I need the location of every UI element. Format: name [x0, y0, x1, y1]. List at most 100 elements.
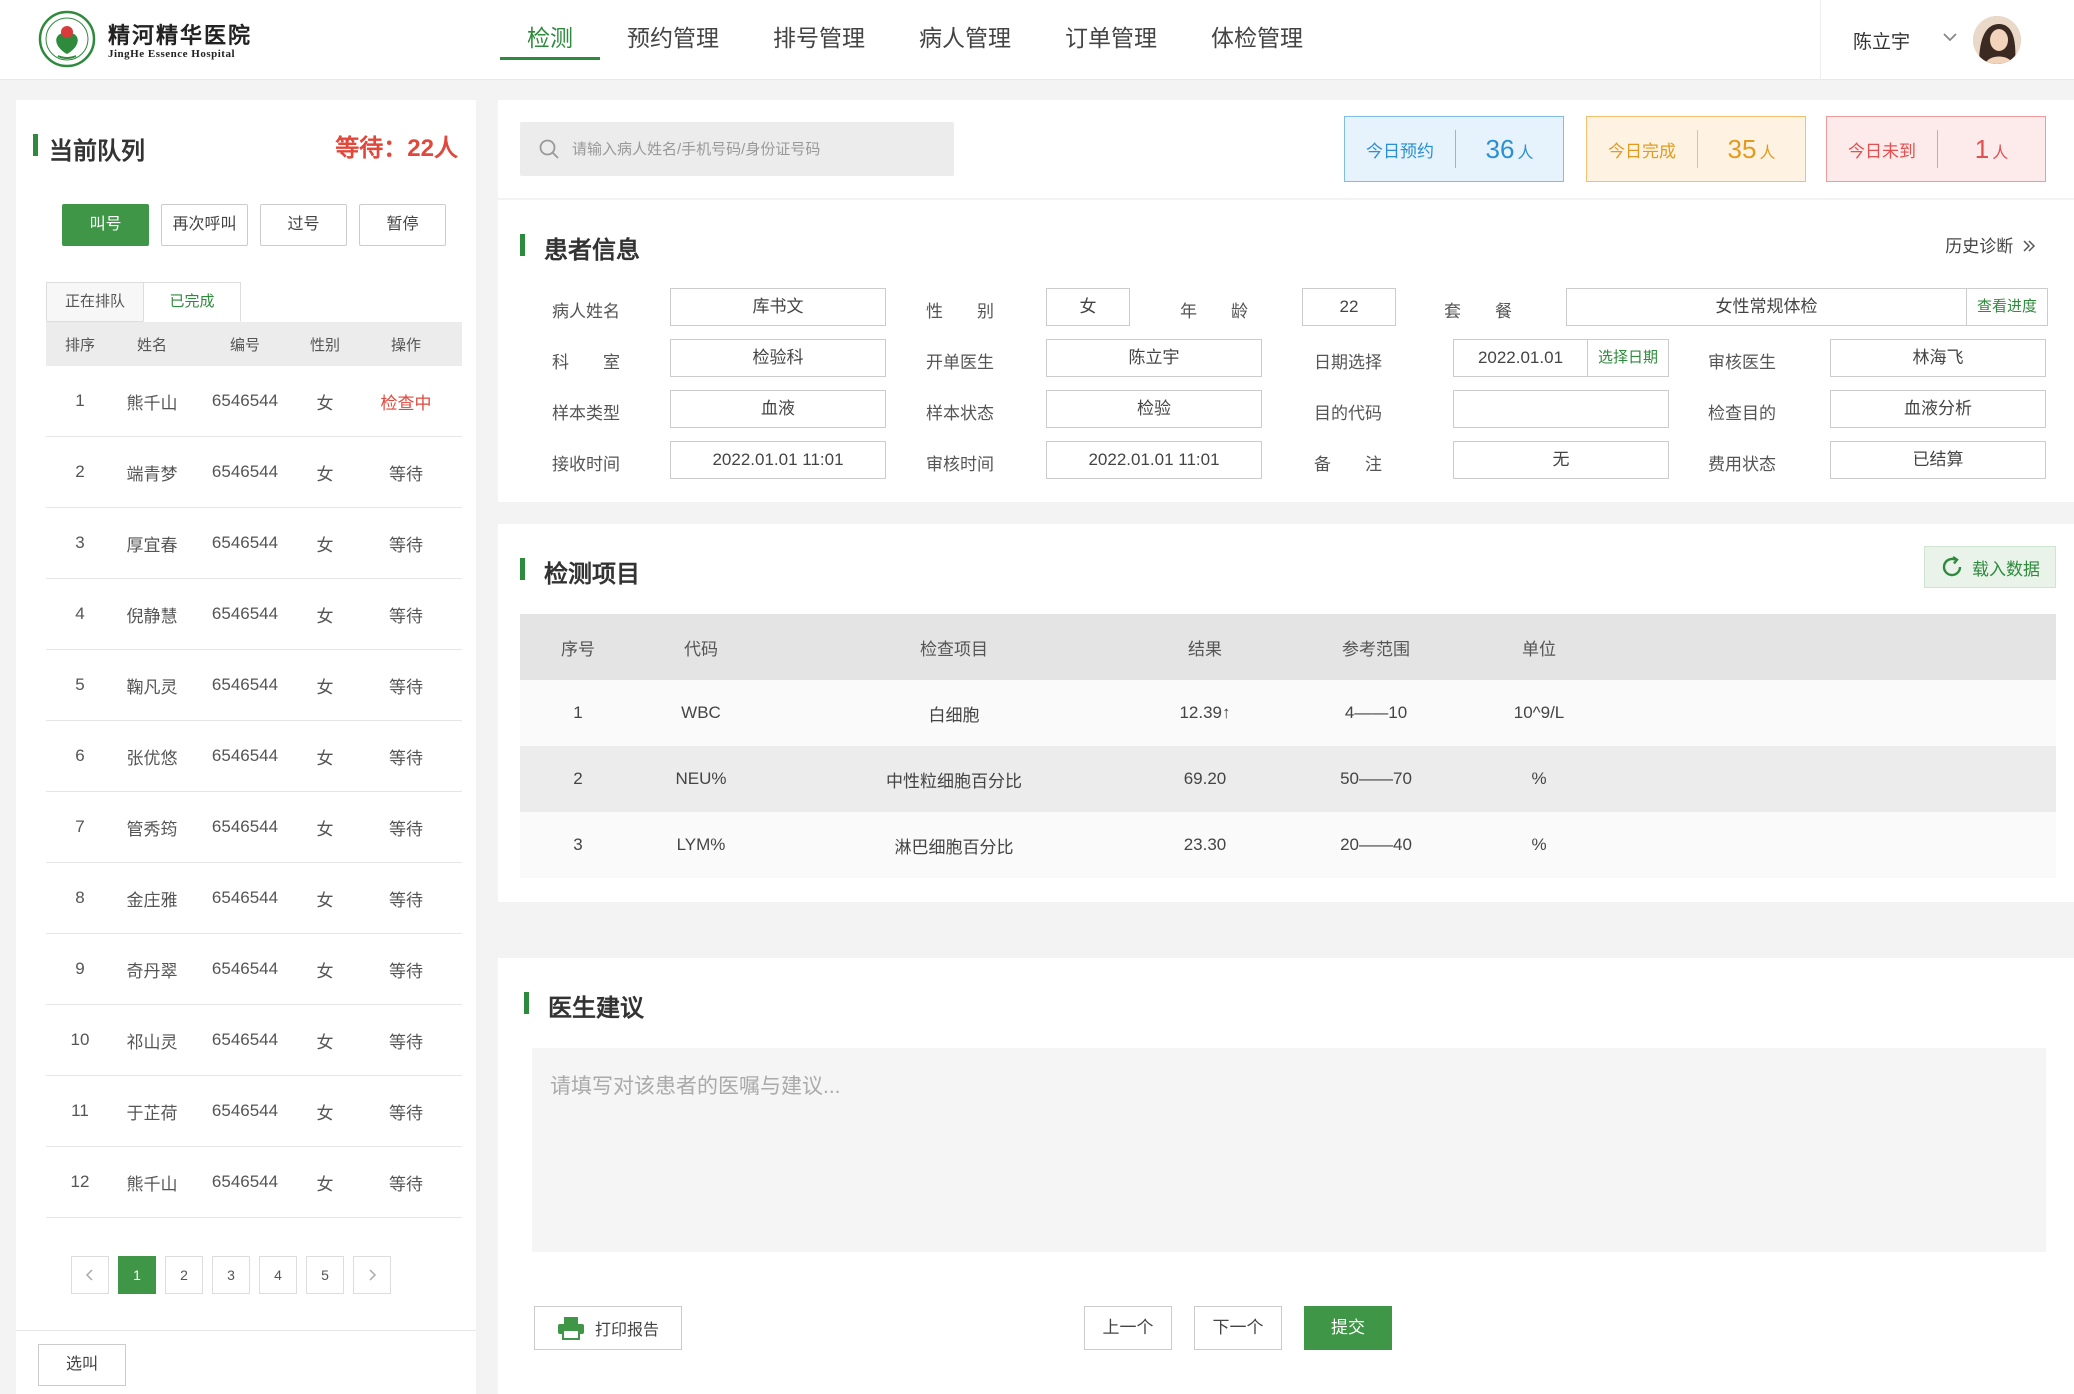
select-date-button[interactable]: 选择日期	[1586, 340, 1668, 376]
stat-label: 今日完成	[1608, 141, 1676, 161]
field-label-reviewer: 审核医生	[1708, 353, 1776, 372]
view-progress-button[interactable]: 查看进度	[1965, 289, 2047, 325]
row-order: 6	[75, 746, 85, 765]
row-sex: 女	[316, 677, 334, 697]
row-sex: 女	[316, 464, 334, 484]
test-table-header: 序号 代码 检查项目 结果 参考范围 单位	[520, 614, 2056, 680]
reviewing-doctor-field[interactable]: 林海飞	[1830, 339, 2046, 377]
table-row[interactable]: 6 张优悠 6546544 女 等待	[46, 721, 462, 792]
select-call-button[interactable]: 选叫	[38, 1344, 126, 1386]
tab-completed[interactable]: 已完成	[143, 282, 241, 322]
table-row[interactable]: 1 熊千山 6546544 女 检查中	[46, 366, 462, 437]
load-data-button[interactable]: 载入数据	[1924, 546, 2056, 588]
user-menu[interactable]: 陈立宇	[1820, 0, 2074, 80]
page-3-button[interactable]: 3	[212, 1256, 250, 1294]
nav-patient-management[interactable]: 病人管理	[892, 0, 1038, 80]
exam-purpose-field[interactable]: 血液分析	[1830, 390, 2046, 428]
next-page-button[interactable]	[353, 1256, 391, 1294]
top-header: 精河精华医院 JingHe Essence Hospital 检测 预约管理 排…	[0, 0, 2074, 80]
sample-state-field[interactable]: 检验	[1046, 390, 1262, 428]
table-row[interactable]: 9 奇丹翠 6546544 女 等待	[46, 934, 462, 1005]
recall-button[interactable]: 再次呼叫	[161, 204, 248, 246]
stat-unit: 人	[1517, 144, 1534, 162]
pause-button[interactable]: 暂停	[359, 204, 446, 246]
hospital-logo[interactable]: 精河精华医院 JingHe Essence Hospital	[38, 10, 268, 68]
chevron-down-icon[interactable]	[1939, 26, 1961, 48]
row-sex: 女	[316, 1174, 334, 1194]
receive-time-field[interactable]: 2022.01.01 11:01	[670, 441, 886, 479]
patient-info-title: 患者信息	[544, 237, 640, 264]
queue-table-header: 排序 姓名 编号 性别 操作	[46, 322, 462, 366]
nav-checkup-management[interactable]: 体检管理	[1184, 0, 1330, 80]
row-name: 张优悠	[126, 748, 178, 768]
purpose-code-field[interactable]	[1453, 390, 1669, 428]
patient-sex-field[interactable]: 女	[1046, 288, 1130, 326]
tab-in-queue[interactable]: 正在排队	[46, 282, 144, 322]
col-sex: 性别	[309, 336, 340, 354]
table-row[interactable]: 10 祁山灵 6546544 女 等待	[46, 1005, 462, 1076]
nav-order-management[interactable]: 订单管理	[1038, 0, 1184, 80]
patient-name-field[interactable]: 库书文	[670, 288, 886, 326]
row-order: 4	[75, 604, 85, 623]
divider	[16, 1330, 476, 1331]
cell-seq: 2	[573, 769, 583, 788]
avatar[interactable]	[1973, 16, 2021, 64]
double-chevron-right-icon	[2023, 240, 2036, 252]
cell-range: 50——70	[1340, 769, 1412, 788]
department-field[interactable]: 检验科	[670, 339, 886, 377]
table-row[interactable]: 2 NEU% 中性粒细胞百分比 69.20 50——70%	[520, 746, 2056, 812]
title-accent-bar	[524, 992, 529, 1014]
search-input[interactable]	[572, 122, 942, 176]
table-row[interactable]: 4 倪静慧 6546544 女 等待	[46, 579, 462, 650]
package-field[interactable]: 女性常规体检 查看进度	[1566, 288, 2048, 326]
row-sex: 女	[316, 961, 334, 981]
row-name: 祁山灵	[126, 1032, 178, 1052]
queue-table: 排序 姓名 编号 性别 操作 1 熊千山 6546544 女检查中 2 端青梦 654654…	[46, 322, 462, 1218]
submit-button[interactable]: 提交	[1304, 1306, 1392, 1350]
row-status: 等待	[389, 606, 423, 626]
table-row[interactable]: 8 金庄雅 6546544 女 等待	[46, 863, 462, 934]
nav-queue-management[interactable]: 排号管理	[746, 0, 892, 80]
row-name: 端青梦	[126, 464, 178, 484]
page-4-button[interactable]: 4	[259, 1256, 297, 1294]
row-id: 6546544	[211, 1030, 279, 1049]
date-picker-field[interactable]: 2022.01.01 选择日期	[1453, 339, 1669, 377]
row-name: 熊千山	[126, 1174, 178, 1194]
call-number-button[interactable]: 叫号	[62, 204, 149, 246]
ordering-doctor-field[interactable]: 陈立宇	[1046, 339, 1262, 377]
col-item: 检查项目	[920, 639, 988, 659]
table-row[interactable]: 2 端青梦 6546544 女 等待	[46, 437, 462, 508]
cell-range: 20——40	[1340, 835, 1412, 854]
fee-status-field[interactable]: 已结算	[1830, 441, 2046, 479]
nav-appointments[interactable]: 预约管理	[600, 0, 746, 80]
skip-button[interactable]: 过号	[260, 204, 347, 246]
table-row[interactable]: 7 管秀筠 6546544 女 等待	[46, 792, 462, 863]
review-time-field[interactable]: 2022.01.01 11:01	[1046, 441, 1262, 479]
note-field[interactable]: 无	[1453, 441, 1669, 479]
doctor-advice-panel: 医生建议 打印报告 上一个 下一个 提交	[498, 958, 2074, 1394]
field-label-sample-type: 样本类型	[552, 404, 620, 423]
table-row[interactable]: 11 于芷荷 6546544 女 等待	[46, 1076, 462, 1147]
stat-number: 36	[1485, 133, 1515, 164]
print-report-button[interactable]: 打印报告	[534, 1306, 682, 1350]
table-row[interactable]: 3 厚宜春 6546544 女 等待	[46, 508, 462, 579]
table-row[interactable]: 12 熊千山 6546544 女 等待	[46, 1147, 462, 1218]
page-2-button[interactable]: 2	[165, 1256, 203, 1294]
page-1-button[interactable]: 1	[118, 1256, 156, 1294]
previous-patient-button[interactable]: 上一个	[1084, 1306, 1172, 1350]
nav-detection[interactable]: 检测	[500, 0, 600, 80]
history-diagnosis-link[interactable]: 历史诊断	[1945, 232, 2036, 257]
refresh-icon	[1942, 556, 1962, 577]
advice-textarea[interactable]	[532, 1048, 2046, 1252]
table-row[interactable]: 5 鞠凡灵 6546544 女 等待	[46, 650, 462, 721]
patient-age-field[interactable]: 22	[1302, 288, 1396, 326]
history-diagnosis-label: 历史诊断	[1945, 237, 2014, 256]
row-id: 6546544	[211, 391, 279, 410]
search-icon	[539, 139, 559, 159]
next-patient-button[interactable]: 下一个	[1194, 1306, 1282, 1350]
page-5-button[interactable]: 5	[306, 1256, 344, 1294]
table-row[interactable]: 1 WBC 白细胞 12.39↑ 4——10 10^9/L	[520, 680, 2056, 746]
prev-page-button[interactable]	[71, 1256, 109, 1294]
table-row[interactable]: 3 LYM% 淋巴细胞百分比 23.30 20——40%	[520, 812, 2056, 878]
sample-type-field[interactable]: 血液	[670, 390, 886, 428]
